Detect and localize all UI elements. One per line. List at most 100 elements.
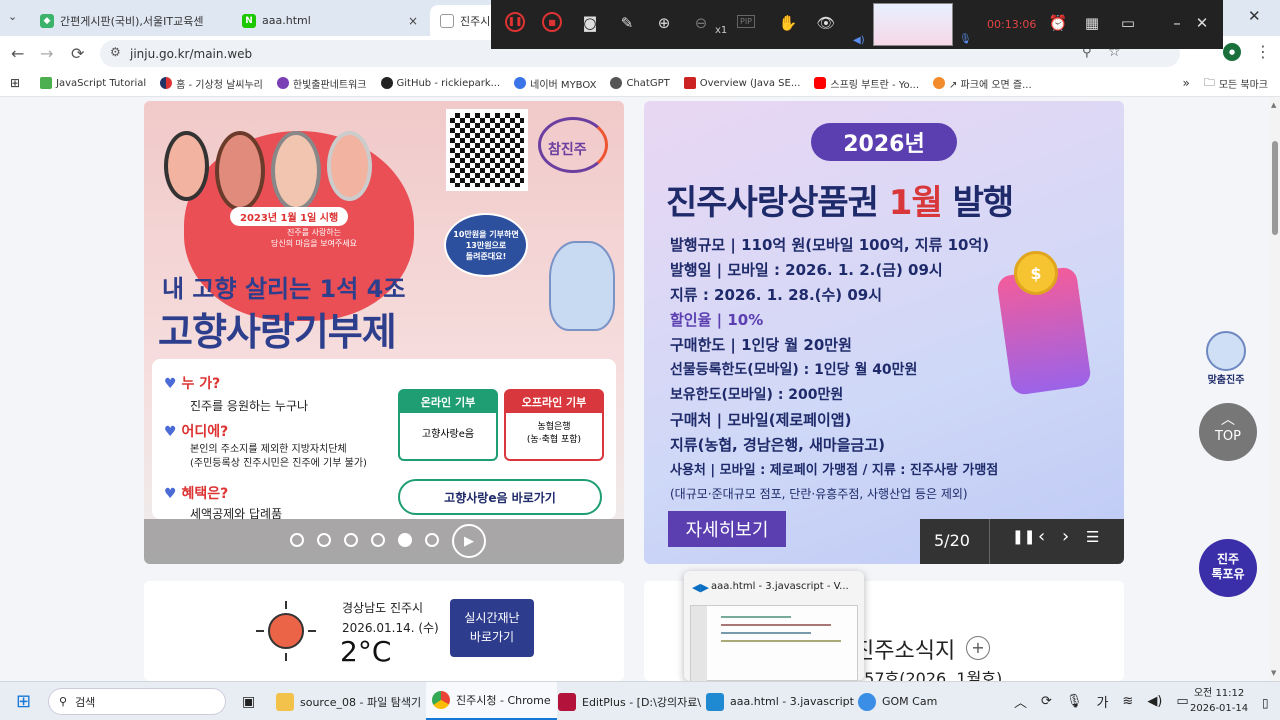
ime-indicator[interactable]: 가 bbox=[1096, 692, 1108, 711]
all-bookmarks[interactable]: 🗀 모든 북마크 bbox=[1204, 74, 1268, 93]
tab-gangpyeon[interactable]: ◆ 간편게시판(국비),서울IT교육센 bbox=[30, 5, 230, 36]
pause-icon[interactable]: ❚❚ bbox=[1012, 529, 1035, 545]
start-icon[interactable]: ⊞ bbox=[16, 682, 31, 720]
taskbar-editplus[interactable]: EditPlus - [D:\강의자료\ bbox=[558, 682, 701, 720]
detail-line: 구매처 | 모바일(제로페이앱) bbox=[670, 411, 852, 429]
zoom-in-icon[interactable]: ⊕ bbox=[653, 12, 675, 34]
tab-search-chevron-icon[interactable]: ⌄ bbox=[8, 10, 17, 23]
screenshot-icon[interactable]: ◙ bbox=[579, 12, 601, 34]
park-icon bbox=[933, 77, 945, 89]
schedule-icon[interactable]: ▦ bbox=[1081, 12, 1103, 34]
recorder-close-icon[interactable]: ✕ bbox=[1191, 12, 1213, 34]
close-window-icon[interactable]: ✕ bbox=[1248, 7, 1261, 25]
next-slide-icon[interactable]: › bbox=[1062, 526, 1069, 547]
date: 2026-01-14 bbox=[1190, 703, 1249, 714]
notification-icon[interactable]: ▯ bbox=[1262, 696, 1269, 710]
task-view-icon[interactable]: ▣ bbox=[242, 682, 255, 720]
more-details-button[interactable]: 자세히보기 bbox=[668, 511, 786, 547]
back-to-top-button[interactable]: ︿ TOP bbox=[1199, 403, 1257, 461]
bookmark-js-tutorial[interactable]: JavaScript Tutorial bbox=[40, 77, 146, 89]
hanbit-icon bbox=[276, 77, 289, 89]
back-icon[interactable]: ← bbox=[11, 44, 24, 63]
search-icon: ⚲ bbox=[59, 695, 68, 708]
tab-aaa-html[interactable]: N aaa.html × bbox=[232, 5, 428, 36]
recorder-minimize-icon[interactable]: – bbox=[1166, 12, 1188, 34]
vscode-preview-thumbnail bbox=[690, 605, 858, 681]
q3: ♥ 혜택은? bbox=[164, 486, 229, 502]
play-icon[interactable]: ▶ bbox=[452, 524, 486, 558]
banner-jinju-voucher[interactable]: 2026년 진주사랑상품권 1월 발행 발행규모 | 110억 원(모바일 10… bbox=[644, 101, 1124, 564]
page-scrollbar[interactable]: ▲ ▼ bbox=[1270, 97, 1280, 681]
bookmarks-bar: ⊞ JavaScript Tutorial 홈 - 기상청 날씨누리 한빛출판네… bbox=[0, 70, 1280, 97]
prev-slide-icon[interactable]: ‹ bbox=[1038, 526, 1045, 547]
taskbar-gomcam[interactable]: GOM Cam bbox=[858, 682, 937, 720]
alarm-icon[interactable]: ⏰ bbox=[1047, 12, 1069, 34]
speaker-icon[interactable]: ◀) bbox=[853, 35, 865, 46]
wifi-icon[interactable]: ≋ bbox=[1122, 694, 1133, 709]
pip-button[interactable]: PIP bbox=[737, 15, 756, 28]
menu-dots-icon[interactable]: ⋮ bbox=[1255, 42, 1271, 61]
close-tab-icon[interactable]: × bbox=[408, 14, 418, 28]
news-issue: 157호(2026. 1월호) bbox=[854, 669, 1003, 681]
bookmark-label: Overview (Java SE... bbox=[699, 77, 801, 89]
record-timer: 00:13:06 bbox=[987, 18, 1037, 31]
zoom-out-icon[interactable]: ⊖ bbox=[690, 12, 712, 34]
apps-grid-icon[interactable]: ⊞ bbox=[10, 76, 20, 90]
youtube-icon bbox=[814, 77, 827, 89]
vscode-preview-popup[interactable]: ◀▶ aaa.html - 3.javascript - V... bbox=[684, 571, 864, 681]
taskbar-vscode[interactable]: aaa.html - 3.javascript - bbox=[706, 682, 861, 720]
taskbar-chrome[interactable]: 진주시청 - Chrome bbox=[426, 682, 557, 720]
taskbar-explorer[interactable]: source_08 - 파일 탐색기 bbox=[276, 682, 421, 720]
forward-icon[interactable]: → bbox=[40, 44, 53, 63]
more-bookmarks-icon[interactable]: » bbox=[1182, 76, 1189, 90]
news-more-icon[interactable]: + bbox=[966, 636, 990, 660]
hide-icon[interactable]: 👁 bbox=[815, 12, 837, 34]
bookmark-github[interactable]: GitHub - rickiepark... bbox=[380, 77, 500, 89]
charm-jinju-logo: 참진주 bbox=[536, 115, 614, 175]
bookmark-java[interactable]: Overview (Java SE... bbox=[683, 77, 801, 89]
bookmark-weather[interactable]: 홈 - 기상청 날씨누리 bbox=[160, 76, 263, 91]
banner-gohyang-donation[interactable]: 2023년 1월 1일 시행 진주를 사랑하는 당신의 마음을 보여주세요 참진… bbox=[144, 101, 624, 564]
chrome-icon bbox=[432, 691, 450, 709]
disaster-info-button[interactable]: 실시간재난 바로가기 bbox=[450, 599, 534, 657]
webcam-preview bbox=[873, 3, 953, 46]
heart-icon: ♥ bbox=[164, 376, 182, 392]
bookmark-label: 모든 북마크 bbox=[1218, 79, 1268, 91]
stop-record-icon[interactable]: ■ bbox=[542, 12, 562, 32]
jinju-talk-button[interactable]: 진주 톡포유 bbox=[1199, 539, 1257, 597]
detail-line: 사용처 | 모바일 : 제로페이 가맹점 / 지류 : 진주사랑 가맹점 bbox=[670, 463, 999, 478]
chevron-up-icon[interactable]: ︿ bbox=[1014, 692, 1027, 711]
a1: 진주를 응원하는 누구나 bbox=[190, 399, 309, 413]
mascot-custom-button[interactable]: 맞춤진주 bbox=[1200, 331, 1252, 391]
carousel-dot[interactable] bbox=[344, 533, 358, 547]
clock[interactable]: 오전 11:12 2026-01-14 bbox=[1190, 686, 1248, 716]
mic-icon[interactable]: 🎙 bbox=[1066, 694, 1083, 709]
bookmark-mybox[interactable]: 네이버 MYBOX bbox=[514, 76, 596, 91]
bookmark-park[interactable]: ↗ 파크에 오면 즐... bbox=[933, 76, 1032, 91]
carousel-dot[interactable] bbox=[290, 533, 304, 547]
battery-icon[interactable]: ▭ bbox=[1176, 694, 1188, 709]
pen-icon[interactable]: ✎ bbox=[616, 12, 638, 34]
profile-avatar[interactable]: ● bbox=[1223, 43, 1241, 61]
sync-icon[interactable]: ⟳ bbox=[1041, 694, 1052, 709]
carousel-dot-active[interactable] bbox=[398, 533, 412, 547]
bookmark-chatgpt[interactable]: ChatGPT bbox=[610, 77, 670, 89]
tab-jinju[interactable]: 진주시청 bbox=[430, 5, 500, 36]
site-info-icon[interactable]: ⚙ bbox=[110, 45, 121, 59]
reload-icon[interactable]: ⟳ bbox=[71, 44, 84, 63]
cursor-effect-icon[interactable]: ✋ bbox=[777, 12, 799, 34]
pause-record-icon[interactable]: ❚❚ bbox=[505, 12, 525, 32]
carousel-dot[interactable] bbox=[317, 533, 331, 547]
carousel-dot[interactable] bbox=[371, 533, 385, 547]
bookmark-spring[interactable]: 스프링 부트란 - Yo... bbox=[814, 76, 919, 91]
weather-date: 2026.01.14. (수) bbox=[342, 621, 439, 635]
volume-icon[interactable]: ◀) bbox=[1147, 694, 1162, 709]
bookmark-hanbit[interactable]: 한빛출판네트워크 bbox=[276, 76, 367, 91]
settings-icon[interactable]: ▭ bbox=[1117, 12, 1139, 34]
mic-icon[interactable]: 🎙 bbox=[959, 34, 972, 45]
carousel-dot[interactable] bbox=[425, 533, 439, 547]
gohyang-link-button[interactable]: 고향사랑e음 바로가기 bbox=[398, 479, 602, 515]
taskbar-search[interactable]: ⚲ 검색 bbox=[48, 688, 226, 715]
all-slides-icon[interactable]: ☰ bbox=[1086, 528, 1099, 546]
bookmark-label: 홈 - 기상청 날씨누리 bbox=[176, 79, 263, 91]
